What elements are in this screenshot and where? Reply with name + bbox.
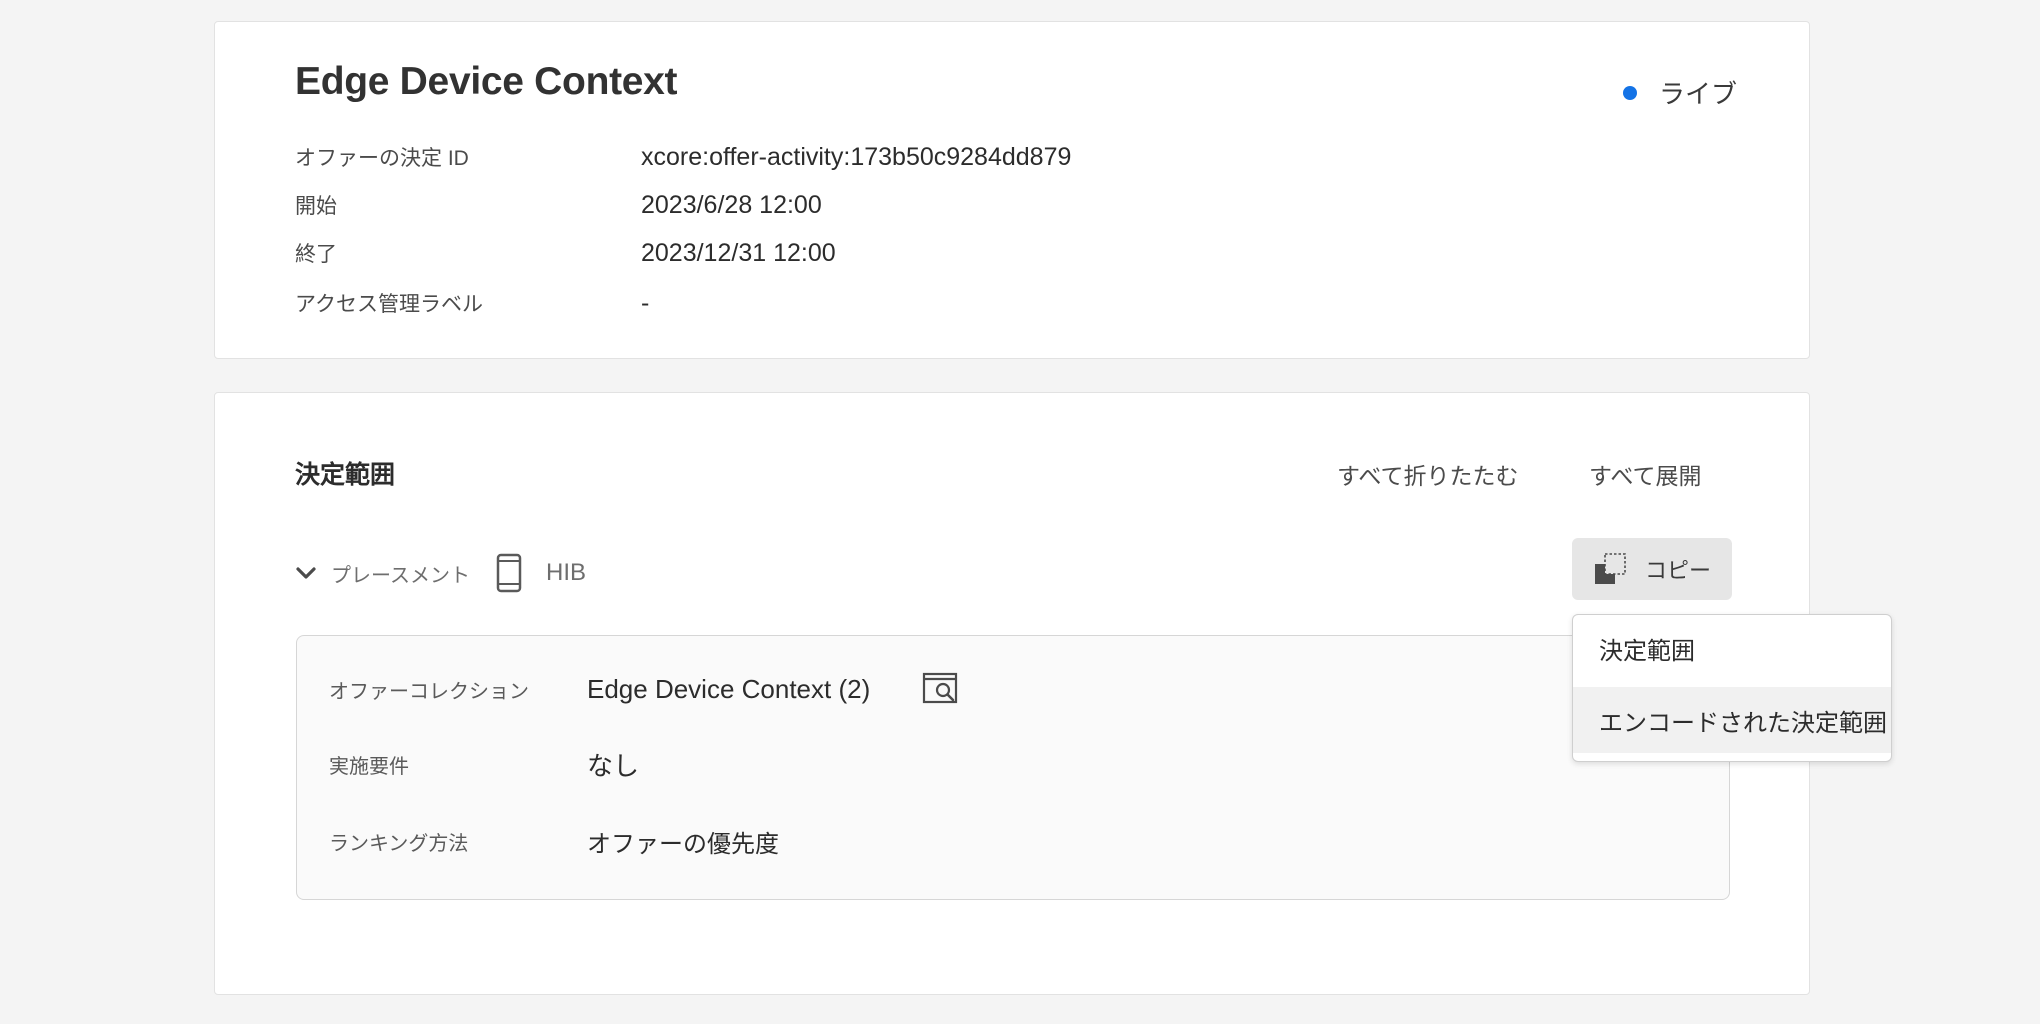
preview-collection-icon[interactable] <box>922 672 958 706</box>
copy-menu: 決定範囲 エンコードされた決定範囲 <box>1572 614 1892 762</box>
meta-value: 2023/12/31 12:00 <box>641 238 836 267</box>
copy-menu-item-encoded-decision-scope[interactable]: エンコードされた決定範囲 <box>1573 687 1891 753</box>
detail-value: オファーの優先度 <box>587 831 779 858</box>
placement-name: HIB <box>546 559 587 586</box>
detail-row-offer-collection: オファーコレクション Edge Device Context (2) <box>329 672 958 706</box>
meta-label: 終了 <box>295 243 337 266</box>
copy-button-label: コピー <box>1644 558 1711 583</box>
detail-row-eligibility: 実施要件 なし <box>329 746 639 783</box>
collapse-all-button[interactable]: すべて折りたたむ <box>1337 457 1518 491</box>
meta-value: xcore:offer-activity:173b50c9284dd879 <box>641 142 1072 171</box>
copy-icon <box>1594 553 1626 584</box>
expand-all-button[interactable]: すべて展開 <box>1589 457 1701 491</box>
meta-row-access-labels: アクセス管理ラベル - <box>295 288 649 318</box>
detail-label: オファーコレクション <box>329 680 529 703</box>
section-title: 決定範囲 <box>295 461 396 489</box>
activity-title: Edge Device Context <box>295 60 678 103</box>
decision-scopes-card: 決定範囲 すべて折りたたむ すべて展開 プレースメント HIB コピー オファー… <box>214 392 1810 995</box>
status-label: ライブ <box>1658 79 1737 109</box>
detail-value: Edge Device Context (2) <box>587 673 871 704</box>
meta-label: アクセス管理ラベル <box>295 293 483 316</box>
activity-summary-card: Edge Device Context ライブ オファーの決定 ID xcore… <box>214 21 1810 359</box>
meta-row-decision-id: オファーの決定 ID xcore:offer-activity:173b50c9… <box>295 142 1071 172</box>
detail-value: なし <box>587 751 640 781</box>
copy-button[interactable]: コピー <box>1572 538 1732 600</box>
detail-label: ランキング方法 <box>329 833 469 855</box>
placement-header[interactable]: プレースメント HIB <box>295 553 586 593</box>
status-indicator: ライブ <box>1622 74 1737 111</box>
status-dot-icon <box>1622 85 1637 100</box>
meta-value: - <box>641 288 650 317</box>
meta-value: 2023/6/28 12:00 <box>641 190 822 219</box>
detail-row-ranking-method: ランキング方法 オファーの優先度 <box>329 824 779 859</box>
placement-label: プレースメント <box>331 564 470 587</box>
detail-label: 実施要件 <box>329 756 409 778</box>
meta-label: オファーの決定 ID <box>295 147 469 170</box>
meta-row-end: 終了 2023/12/31 12:00 <box>295 238 836 268</box>
meta-row-start: 開始 2023/6/28 12:00 <box>295 190 822 220</box>
meta-label: 開始 <box>295 195 337 218</box>
chevron-down-icon[interactable] <box>295 562 317 584</box>
mobile-phone-icon <box>496 553 522 593</box>
copy-menu-item-decision-scope[interactable]: 決定範囲 <box>1573 615 1891 681</box>
placement-details-panel: オファーコレクション Edge Device Context (2) 実施要件 … <box>296 635 1730 900</box>
